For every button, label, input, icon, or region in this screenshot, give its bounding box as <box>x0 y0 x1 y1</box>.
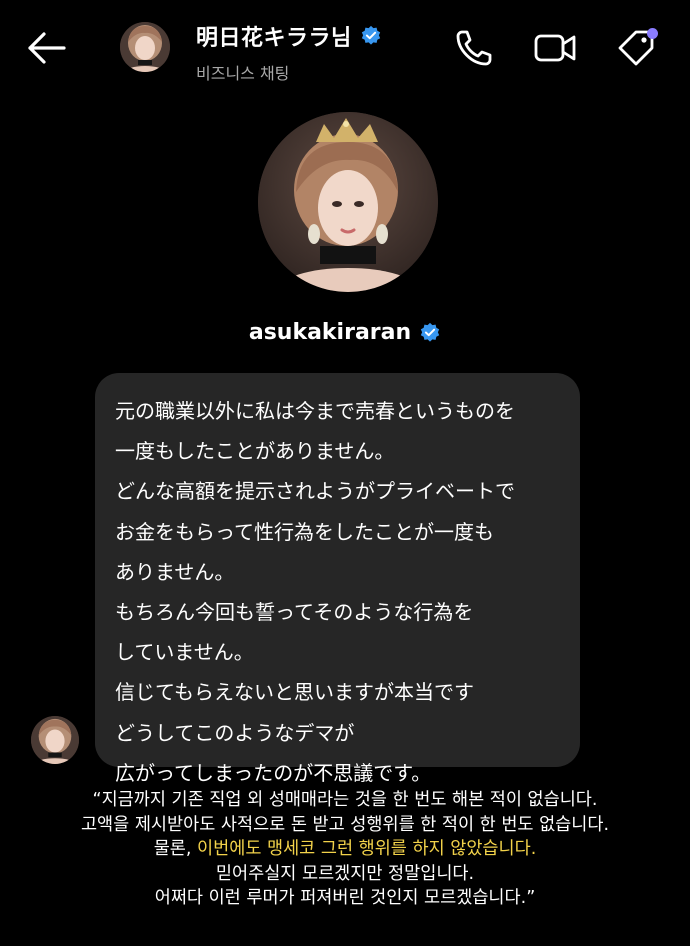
verified-badge-icon <box>420 322 440 342</box>
message-line: していません。 <box>115 640 254 665</box>
caption-line: 물론, 이번에도 맹세코 그런 행위를 하지 않았습니다. <box>0 837 690 862</box>
sender-avatar[interactable] <box>31 716 79 764</box>
chat-header: 明日花キララ님 비즈니스 채팅 <box>0 0 690 100</box>
profile-picture[interactable] <box>258 112 438 292</box>
message-line: 広がってしまったのが不思議です。 <box>115 760 432 785</box>
verified-badge-icon <box>361 25 380 45</box>
message-line: ありません。 <box>115 559 235 584</box>
call-button[interactable] <box>452 26 498 70</box>
message-line: 一度もしたことがありません。 <box>115 439 395 464</box>
translation-caption: “지금까지 기존 직업 외 성매매라는 것을 한 번도 해본 적이 없습니다. … <box>0 788 690 911</box>
message-line: 信じてもらえないと思いますが本当です <box>115 680 474 705</box>
header-title: 明日花キララ님 <box>196 26 352 51</box>
back-button[interactable] <box>22 28 70 68</box>
notification-dot <box>647 28 658 39</box>
message-line: お金をもらって性行為をしたことが一度も <box>115 519 494 544</box>
video-call-button[interactable] <box>532 26 578 70</box>
caption-text: 물론, <box>153 839 198 859</box>
header-title-block[interactable]: 明日花キララ님 비즈니스 채팅 <box>196 20 382 84</box>
caption-line: 어쩌다 이런 루머가 퍼져버린 것인지 모르겠습니다.” <box>154 888 536 908</box>
message-bubble[interactable]: 元の職業以外に私は今まで売春というものを 一度もしたことがありません。 どんな高… <box>95 373 580 785</box>
message-line: もちろん今回も誓ってそのような行為を <box>115 599 474 624</box>
profile-username[interactable]: asukakiraran <box>249 320 411 345</box>
caption-line: 믿어주실지 모르겠지만 정말입니다. <box>215 863 475 884</box>
message-line: どうしてこのようなデマが <box>115 720 355 745</box>
caption-line: “지금까지 기존 직업 외 성매매라는 것을 한 번도 해본 적이 없습니다. <box>92 790 598 810</box>
arrow-left-icon <box>28 32 66 64</box>
profile-name-row: asukakiraran <box>0 320 690 345</box>
message-text: 元の職業以外に私は今まで売春というものを 一度もしたことがありません。 どんな高… <box>115 391 515 793</box>
caption-line: 고액을 제시받아도 사적으로 돈 받고 성행위를 한 적이 한 번도 없습니다. <box>80 814 610 835</box>
header-avatar[interactable] <box>120 22 170 72</box>
message-line: 元の職業以外に私は今まで売春というものを <box>115 399 515 423</box>
phone-icon <box>456 30 492 66</box>
header-subtitle: 비즈니스 채팅 <box>196 64 290 83</box>
message-line: どんな高額を提示されようがプライベートで <box>115 479 515 504</box>
caption-highlight: 이번에도 맹세코 그런 행위를 하지 않았습니다. <box>197 839 537 859</box>
video-camera-icon <box>534 34 576 62</box>
